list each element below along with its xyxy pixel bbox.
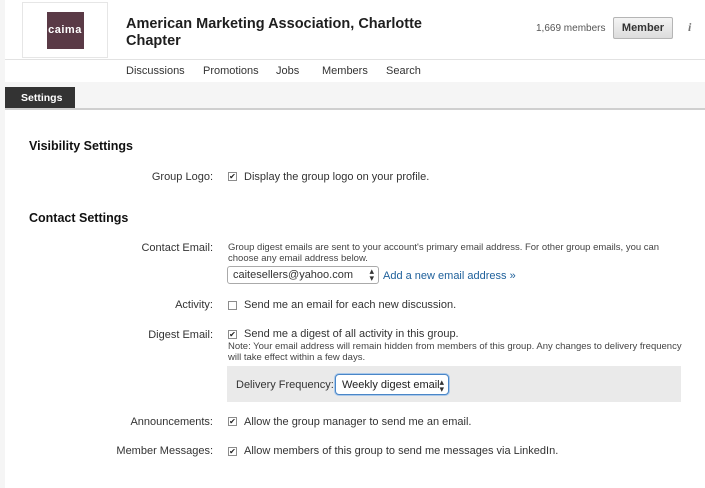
announcements-label: Announcements:	[130, 416, 213, 428]
group-logo-label: Group Logo:	[151, 171, 213, 183]
group-header: caima American Marketing Association, Ch…	[5, 0, 705, 82]
info-icon[interactable]: i	[688, 20, 691, 35]
group-title[interactable]: American Marketing Association, Charlott…	[126, 16, 456, 50]
nav-search[interactable]: Search	[386, 65, 421, 77]
member-messages-text: Allow members of this group to send me m…	[244, 445, 559, 457]
select-arrows-icon: ▴ ▾	[439, 377, 444, 394]
tab-settings[interactable]: Settings	[5, 87, 75, 108]
nav-members[interactable]: Members	[322, 65, 368, 77]
group-logo-checkbox[interactable]: ✔	[228, 172, 237, 181]
activity-text: Send me an email for each new discussion…	[244, 299, 457, 311]
contact-email-note: Group digest emails are sent to your acc…	[228, 242, 660, 264]
member-messages-checkbox[interactable]: ✔	[228, 447, 237, 456]
delivery-frequency-box: Delivery Frequency: Weekly digest email …	[227, 366, 681, 402]
digest-email-note: Note: Your email address will remain hid…	[228, 341, 682, 363]
group-logo-text: Display the group logo on your profile.	[244, 171, 430, 183]
contact-email-value: caitesellers@yahoo.com	[233, 269, 353, 281]
digest-email-label: Digest Email:	[148, 329, 213, 341]
delivery-frequency-value: Weekly digest email	[342, 379, 440, 391]
digest-email-checkbox[interactable]: ✔	[228, 330, 237, 339]
nav-promotions[interactable]: Promotions	[203, 65, 259, 77]
delivery-frequency-select[interactable]: Weekly digest email ▴ ▾	[335, 374, 449, 395]
announcements-text: Allow the group manager to send me an em…	[244, 416, 472, 428]
nav-jobs[interactable]: Jobs	[276, 65, 299, 77]
contact-email-select[interactable]: caitesellers@yahoo.com ▴ ▾	[227, 266, 379, 284]
activity-label: Activity:	[175, 299, 213, 311]
visibility-settings-heading: Visibility Settings	[29, 139, 133, 153]
contact-settings-heading: Contact Settings	[29, 211, 129, 225]
group-nav: Discussions Promotions Jobs Members Sear…	[5, 59, 705, 82]
contact-email-label: Contact Email:	[141, 242, 213, 254]
add-email-link[interactable]: Add a new email address »	[383, 270, 516, 282]
delivery-frequency-label: Delivery Frequency:	[236, 379, 334, 391]
member-button[interactable]: Member	[613, 17, 673, 39]
member-count[interactable]: 1,669 members	[536, 23, 605, 34]
select-arrows-icon: ▴ ▾	[369, 266, 374, 283]
member-messages-label: Member Messages:	[116, 445, 213, 457]
group-logo[interactable]: caima	[46, 11, 84, 49]
digest-email-text: Send me a digest of all activity in this…	[244, 328, 459, 340]
group-logo-frame: caima	[22, 2, 108, 58]
announcements-checkbox[interactable]: ✔	[228, 417, 237, 426]
nav-discussions[interactable]: Discussions	[126, 65, 185, 77]
activity-checkbox[interactable]	[228, 301, 237, 310]
